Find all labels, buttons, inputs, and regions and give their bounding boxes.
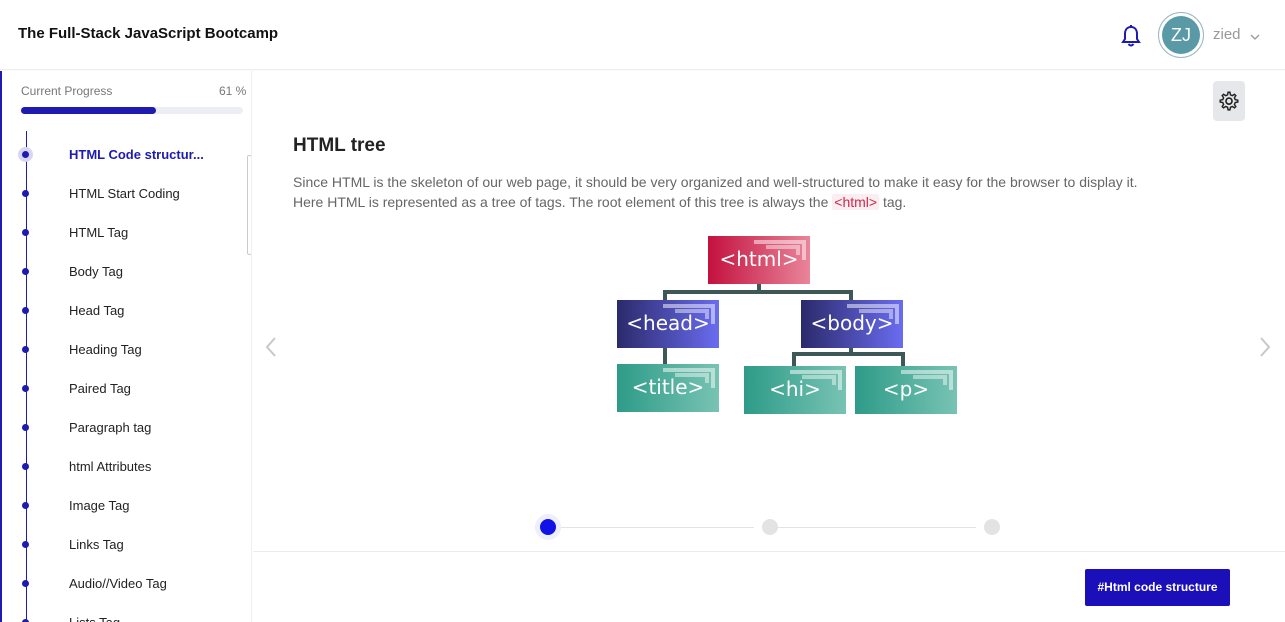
sidebar-lesson-item[interactable]: Image Tag bbox=[2, 489, 242, 528]
lesson-label: Audio//Video Tag bbox=[69, 576, 167, 591]
paragraph-line-1: Since HTML is the skeleton of our web pa… bbox=[293, 174, 1138, 190]
settings-button[interactable] bbox=[1213, 81, 1245, 121]
step-2[interactable] bbox=[762, 519, 778, 535]
html-code-structure-button[interactable]: #Html code structure bbox=[1085, 569, 1230, 606]
lesson-label: Heading Tag bbox=[69, 342, 142, 357]
timeline-dot bbox=[22, 580, 29, 587]
sidebar-lesson-item[interactable]: Paragraph tag bbox=[2, 411, 242, 450]
lesson-footer: #Html code structure bbox=[253, 551, 1285, 622]
timeline-dot bbox=[22, 385, 29, 392]
sidebar-lesson-item[interactable]: Lists Tag bbox=[2, 606, 242, 622]
sidebar-lesson-item[interactable]: Audio//Video Tag bbox=[2, 567, 242, 606]
tree-node-p: <p> bbox=[855, 366, 957, 414]
progress-percent: 61 % bbox=[219, 84, 247, 98]
lesson-label: Body Tag bbox=[69, 264, 123, 279]
bell-icon[interactable] bbox=[1120, 24, 1142, 48]
progress-bar bbox=[21, 107, 243, 114]
timeline-dot bbox=[22, 424, 29, 431]
lessons-sidebar: Current Progress 61 % HTML Code structur… bbox=[0, 71, 252, 622]
sidebar-lesson-item[interactable]: Body Tag bbox=[2, 255, 242, 294]
timeline-dot bbox=[22, 190, 29, 197]
lesson-label: Image Tag bbox=[69, 498, 130, 513]
username[interactable]: zied bbox=[1213, 26, 1241, 43]
sidebar-scrollbar[interactable] bbox=[247, 155, 251, 255]
timeline-dot bbox=[22, 268, 29, 275]
lesson-label: Paragraph tag bbox=[69, 420, 152, 435]
timeline-dot bbox=[22, 307, 29, 314]
user-avatar-button[interactable]: ZJ bbox=[1158, 12, 1204, 58]
tree-node-html: <html> bbox=[708, 236, 810, 284]
sidebar-lesson-item[interactable]: HTML Tag bbox=[2, 216, 242, 255]
sidebar-lesson-item[interactable]: Heading Tag bbox=[2, 333, 242, 372]
chevron-right-icon[interactable] bbox=[1257, 335, 1273, 359]
tree-node-h1: <hi> bbox=[744, 366, 846, 414]
paragraph-line-2-end: tag. bbox=[879, 194, 907, 210]
lesson-label: html Attributes bbox=[69, 459, 152, 474]
course-title: The Full-Stack JavaScript Bootcamp bbox=[18, 25, 279, 42]
progress-bar-fill bbox=[21, 107, 157, 114]
lesson-label: HTML Code structur... bbox=[69, 147, 204, 162]
sidebar-lesson-item[interactable]: Head Tag bbox=[2, 294, 242, 333]
chevron-down-icon[interactable] bbox=[1250, 29, 1260, 40]
avatar: ZJ bbox=[1162, 16, 1200, 54]
timeline-dot bbox=[22, 502, 29, 509]
lesson-label: Head Tag bbox=[69, 303, 125, 318]
tree-node-title: <title> bbox=[617, 364, 719, 412]
stepper-line bbox=[554, 527, 754, 528]
timeline-dot bbox=[18, 147, 33, 162]
sidebar-lesson-item[interactable]: html Attributes bbox=[2, 450, 242, 489]
paragraph-line-2: Here HTML is represented as a tree of ta… bbox=[293, 194, 833, 210]
lesson-label: Lists Tag bbox=[69, 615, 120, 622]
sidebar-lesson-item[interactable]: HTML Code structur... bbox=[2, 138, 242, 177]
timeline-dot bbox=[22, 541, 29, 548]
progress-label: Current Progress bbox=[21, 84, 113, 98]
timeline-dot bbox=[22, 463, 29, 470]
timeline-dot bbox=[22, 229, 29, 236]
stepper-line bbox=[776, 527, 976, 528]
progress-section: Current Progress 61 % bbox=[2, 71, 251, 131]
step-1[interactable] bbox=[540, 519, 556, 535]
top-header: The Full-Stack JavaScript Bootcamp ZJ zi… bbox=[0, 0, 1285, 70]
tree-node-head: <head> bbox=[617, 300, 719, 348]
tree-node-body: <body> bbox=[801, 300, 903, 348]
slide-stepper bbox=[540, 517, 1000, 537]
lesson-label: HTML Start Coding bbox=[69, 186, 180, 201]
step-3[interactable] bbox=[984, 519, 1000, 535]
lesson-content: HTML tree Since HTML is the skeleton of … bbox=[253, 71, 1285, 551]
sidebar-lesson-item[interactable]: Paired Tag bbox=[2, 372, 242, 411]
sidebar-lesson-item[interactable]: Links Tag bbox=[2, 528, 242, 567]
lesson-label: HTML Tag bbox=[69, 225, 129, 240]
html-tree-diagram: <html> <head> <body> <title> <hi> <p> bbox=[616, 236, 961, 416]
chevron-left-icon[interactable] bbox=[263, 335, 279, 359]
lesson-label: Paired Tag bbox=[69, 381, 131, 396]
sidebar-lesson-item[interactable]: HTML Start Coding bbox=[2, 177, 242, 216]
slide-paragraph: Since HTML is the skeleton of our web pa… bbox=[293, 172, 1173, 212]
timeline-dot bbox=[22, 346, 29, 353]
lesson-label: Links Tag bbox=[69, 537, 124, 552]
inline-code: <html> bbox=[832, 194, 880, 210]
slide-title: HTML tree bbox=[293, 135, 386, 156]
